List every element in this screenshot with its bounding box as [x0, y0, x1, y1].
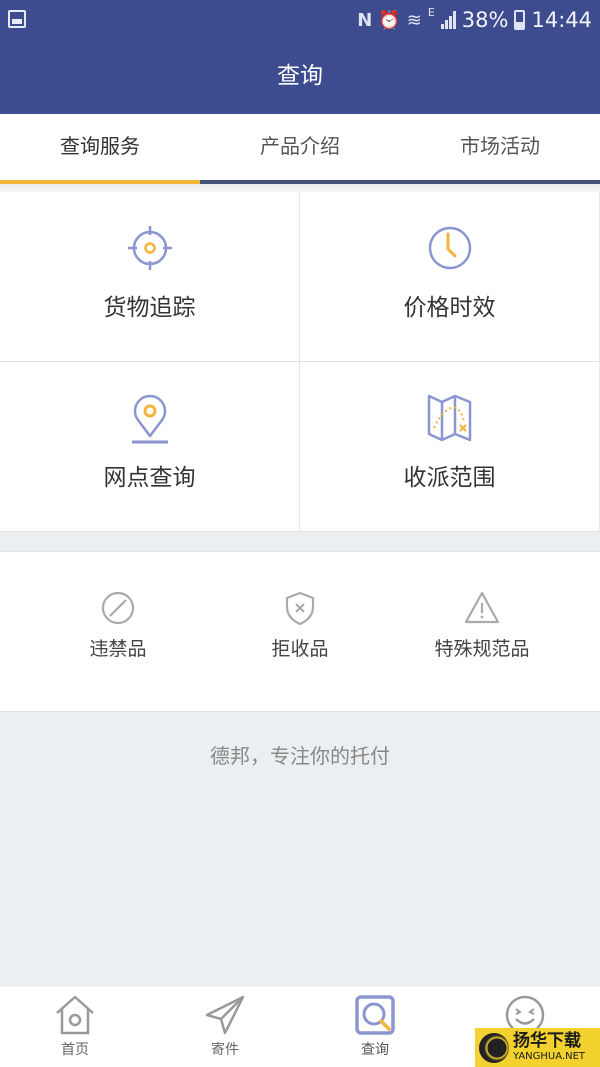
app-bar: 查询 — [0, 40, 600, 114]
send-paper-plane-icon — [205, 995, 245, 1035]
page-title: 查询 — [277, 63, 323, 89]
rule-label: 违禁品 — [89, 638, 147, 660]
nav-query[interactable]: 查询 — [300, 987, 450, 1067]
nav-label: 寄件 — [211, 1042, 239, 1058]
status-bar: N ⏰ ≋ E 38% 14:44 — [0, 0, 600, 40]
signal-icon — [440, 11, 456, 29]
tab-market-activity[interactable]: 市场活动 — [400, 114, 600, 184]
nav-home[interactable]: 首页 — [0, 987, 150, 1067]
watermark-logo-icon — [479, 1032, 509, 1063]
rule-special-items[interactable]: 特殊规范品 — [364, 552, 600, 711]
alarm-icon: ⏰ — [378, 9, 401, 31]
search-icon — [355, 995, 395, 1035]
wifi-icon: ≋ — [406, 9, 422, 31]
service-grid: 货物追踪 价格时效 网点查询 收派范围 — [0, 192, 600, 532]
shield-x-icon — [285, 591, 315, 626]
tab-label: 市场活动 — [460, 134, 540, 158]
service-label: 价格时效 — [403, 295, 496, 321]
watermark-text: 扬华下载 — [513, 1031, 581, 1051]
nfc-icon: N — [357, 9, 373, 31]
battery-icon — [514, 10, 526, 30]
service-label: 收派范围 — [403, 465, 496, 491]
warning-triangle-icon — [464, 591, 500, 624]
tab-label: 产品介绍 — [260, 134, 340, 158]
prohibited-icon — [101, 591, 135, 625]
service-price-timeliness[interactable]: 价格时效 — [300, 192, 600, 362]
battery-percent: 38% — [461, 8, 509, 32]
clock-time: 14:44 — [531, 8, 592, 32]
nav-send[interactable]: 寄件 — [150, 987, 300, 1067]
service-cargo-tracking[interactable]: 货物追踪 — [0, 192, 300, 362]
tab-label: 查询服务 — [60, 134, 140, 158]
gallery-icon — [8, 10, 26, 28]
map-pin-icon — [131, 394, 168, 444]
rule-label: 特殊规范品 — [434, 638, 530, 660]
service-delivery-range[interactable]: 收派范围 — [300, 362, 600, 532]
tab-bar: 查询服务 产品介绍 市场活动 — [0, 114, 600, 184]
home-icon — [56, 995, 94, 1035]
nav-label: 首页 — [61, 1042, 89, 1058]
tab-underline — [0, 180, 600, 184]
network-type: E — [427, 6, 435, 19]
active-tab-indicator — [0, 180, 200, 184]
service-label: 网点查询 — [103, 465, 196, 491]
slogan: 德邦，专注你的托付 — [210, 744, 390, 768]
rule-label: 拒收品 — [271, 638, 329, 660]
rule-prohibited-items[interactable]: 违禁品 — [0, 552, 236, 711]
service-outlet-search[interactable]: 网点查询 — [0, 362, 300, 532]
watermark-url: YANGHUA.NET — [513, 1051, 585, 1062]
folded-map-icon — [427, 394, 471, 442]
rule-rejected-items[interactable]: 拒收品 — [236, 552, 364, 711]
watermark: 扬华下载 YANGHUA.NET — [475, 1028, 600, 1067]
crosshair-target-icon — [127, 226, 172, 270]
rules-panel: 违禁品 拒收品 特殊规范品 — [0, 551, 600, 712]
nav-label: 查询 — [361, 1042, 389, 1058]
service-label: 货物追踪 — [103, 295, 196, 321]
tab-query-services[interactable]: 查询服务 — [0, 114, 200, 184]
clock-icon — [428, 226, 471, 270]
tab-product-intro[interactable]: 产品介绍 — [200, 114, 400, 184]
